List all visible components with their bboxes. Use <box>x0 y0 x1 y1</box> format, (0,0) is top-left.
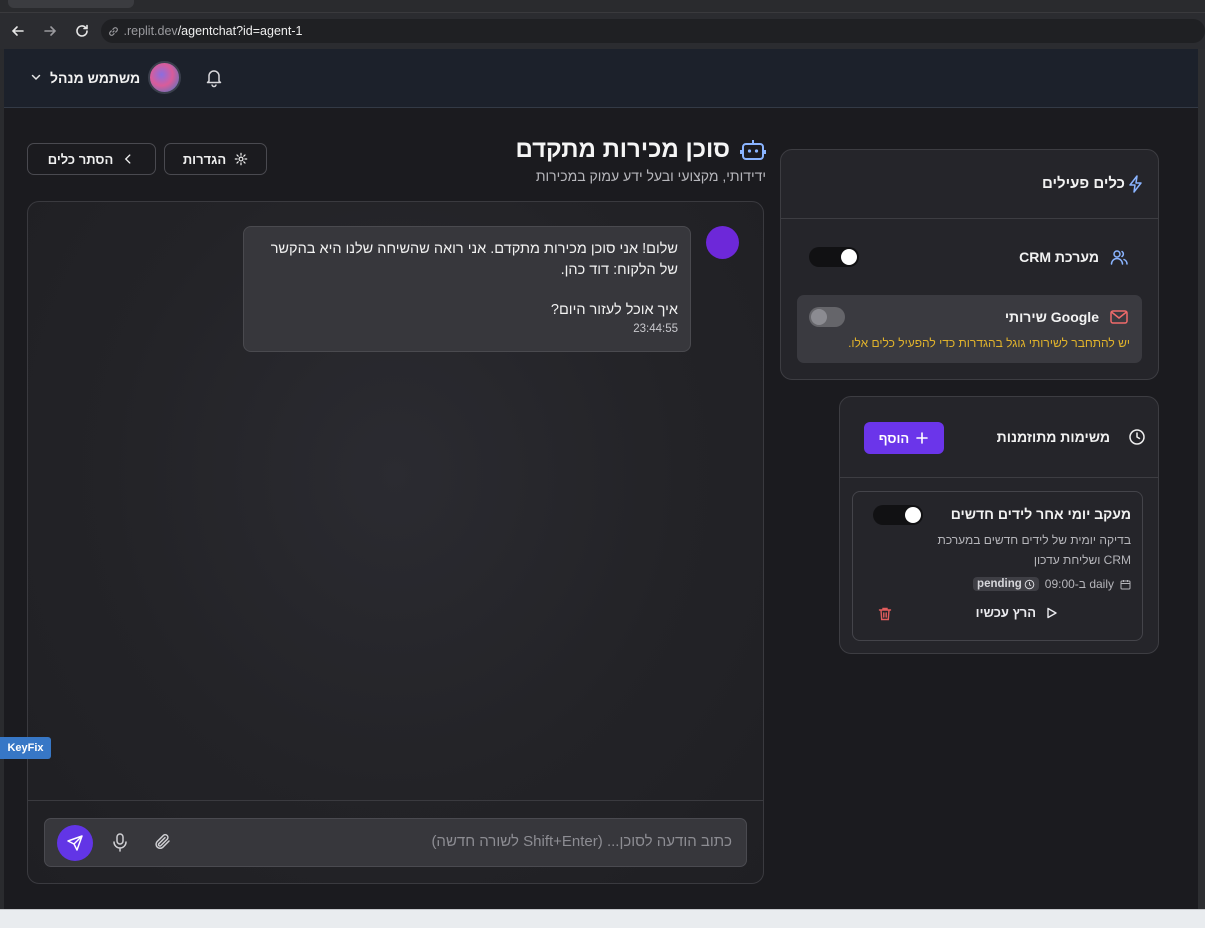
input-placeholder: כתוב הודעה לסוכן... (Shift+Enter לשורה ח… <box>431 833 732 850</box>
toggle-knob <box>811 309 827 325</box>
task-meta: daily ב-09:00 pending <box>973 577 1131 591</box>
chat-message: שלום! אני סוכן מכירות מתקדם. אני רואה שה… <box>243 226 691 352</box>
crm-toggle[interactable] <box>809 247 859 267</box>
message-line: איך אוכל לעזור היום? <box>550 302 678 318</box>
add-task-button[interactable]: הוסף <box>864 422 944 454</box>
task-item: מעקב יומי אחר לידים חדשים בדיקה יומית של… <box>852 491 1143 641</box>
run-now-button[interactable]: הרץ עכשיו <box>976 605 1058 620</box>
task-title: מעקב יומי אחר לידים חדשים <box>950 506 1131 522</box>
google-warning: יש להתחבר לשירותי גוגל בהגדרות כדי להפעי… <box>848 336 1130 350</box>
chevron-left-icon <box>125 154 131 164</box>
lightning-icon <box>1129 175 1142 193</box>
address-bar[interactable]: .replit.dev/agentchat?id=agent-1 <box>101 19 1205 43</box>
task-toggle[interactable] <box>873 505 923 525</box>
add-label: הוסף <box>878 430 910 446</box>
task-description: בדיקה יומית של לידים חדשים במערכת CRM וש… <box>911 530 1131 570</box>
page-scrollbar[interactable] <box>1198 49 1205 909</box>
keyfix-badge[interactable]: KeyFix <box>0 737 51 759</box>
mail-icon <box>1110 310 1128 324</box>
page-title: סוכן מכירות מתקדם <box>515 136 731 163</box>
microphone-icon[interactable] <box>109 831 131 853</box>
send-icon <box>67 835 83 851</box>
play-icon <box>1047 607 1057 618</box>
url-host: .replit.dev <box>123 24 178 38</box>
scheduled-tasks-card: משימות מתוזמנות הוסף מעקב יומי אחר לידים… <box>839 396 1159 654</box>
url-path: /agentchat?id=agent-1 <box>177 24 303 38</box>
user-name: משתמש מנהל <box>50 69 141 86</box>
toggle-knob <box>905 507 921 523</box>
chevron-down-icon <box>30 68 42 87</box>
hide-tools-button[interactable]: הסתר כלים <box>27 143 156 175</box>
calendar-icon <box>1120 579 1131 589</box>
card-header: משימות מתוזמנות הוסף <box>840 397 1158 478</box>
tool-item-crm: מערכת CRM <box>797 245 1142 269</box>
users-icon <box>1110 250 1128 265</box>
tool-item-google: שירותי Google יש להתחבר לשירותי גוגל בהג… <box>797 295 1142 363</box>
window-edge <box>0 49 4 909</box>
tool-name: מערכת CRM <box>1019 249 1099 265</box>
task-schedule: daily ב-09:00 <box>1044 577 1114 591</box>
trash-icon[interactable] <box>877 606 893 622</box>
reload-icon[interactable] <box>68 17 96 45</box>
message-timestamp: 23:44:55 <box>633 323 678 335</box>
send-button[interactable] <box>57 825 93 861</box>
hide-tools-label: הסתר כלים <box>47 151 114 167</box>
browser-tab[interactable] <box>8 0 134 8</box>
composer: כתוב הודעה לסוכן... (Shift+Enter לשורה ח… <box>28 800 763 883</box>
active-tools-card: כלים פעילים מערכת CRM שירותי Google יש ל… <box>780 149 1159 380</box>
user-menu[interactable]: משתמש מנהל <box>30 61 182 94</box>
bot-avatar <box>706 226 739 259</box>
card-header: כלים פעילים <box>781 150 1158 219</box>
bell-icon[interactable] <box>203 66 225 88</box>
task-desc-line: בדיקה יומית של לידים חדשים במערכת <box>937 533 1131 547</box>
clock-icon <box>1129 429 1145 445</box>
card-title: משימות מתוזמנות <box>996 429 1110 445</box>
chat-panel: שלום! אני סוכן מכירות מתקדם. אני רואה שה… <box>27 201 764 884</box>
avatar <box>148 61 182 94</box>
message-line: שלום! אני סוכן מכירות מתקדם. אני רואה שה… <box>270 241 678 257</box>
forward-icon[interactable] <box>36 17 64 45</box>
browser-toolbar: .replit.dev/agentchat?id=agent-1 <box>0 13 1205 49</box>
link-icon <box>109 26 119 36</box>
run-label: הרץ עכשיו <box>975 605 1036 620</box>
message-line: של הלקוח: דוד כהן. <box>560 262 678 278</box>
settings-button[interactable]: הגדרות <box>164 143 267 175</box>
gear-icon <box>234 152 248 166</box>
toggle-knob <box>841 249 857 265</box>
tool-name: שירותי Google <box>1004 309 1099 325</box>
status-badge: pending <box>973 577 1039 591</box>
settings-label: הגדרות <box>182 151 227 167</box>
paperclip-icon[interactable] <box>152 831 174 853</box>
page-subtitle: ידידותי, מקצועי ובעל ידע עמוק במכירות <box>535 168 766 184</box>
message-input[interactable]: כתוב הודעה לסוכן... (Shift+Enter לשורה ח… <box>44 818 747 867</box>
app-header: משתמש מנהל <box>4 49 1198 108</box>
task-desc-line: CRM ושליחת עדכון <box>1033 553 1131 567</box>
back-icon[interactable] <box>4 17 32 45</box>
clock-icon <box>1024 579 1035 589</box>
agent-header: סוכן מכירות מתקדם ידידותי, מקצועי ובעל י… <box>470 136 766 184</box>
bot-icon <box>740 140 766 160</box>
taskbar <box>0 909 1205 928</box>
plus-icon <box>916 432 929 444</box>
google-toggle[interactable] <box>809 307 845 327</box>
status-text: pending <box>977 578 1022 590</box>
card-title: כלים פעילים <box>1042 175 1125 192</box>
browser-tab-strip <box>0 0 1205 13</box>
